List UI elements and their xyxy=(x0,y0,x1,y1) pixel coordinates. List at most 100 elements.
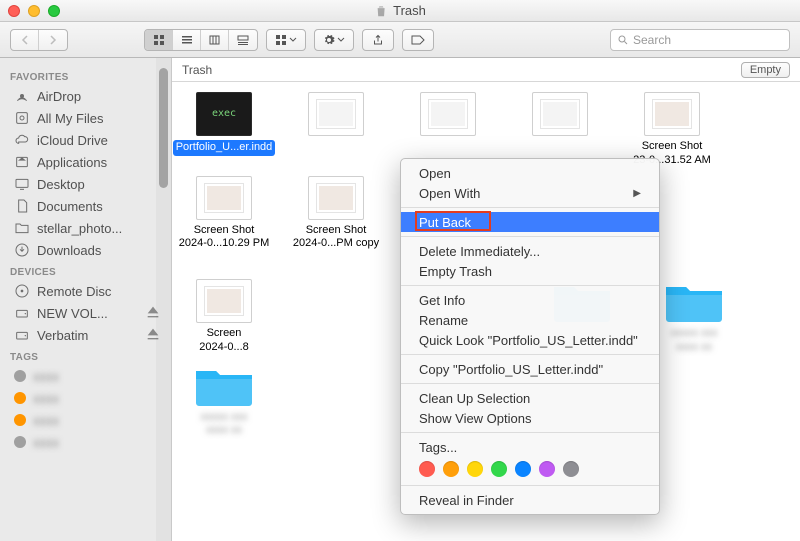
tag-dot-icon xyxy=(14,392,26,404)
sidebar-item-airdrop[interactable]: AirDrop xyxy=(0,85,171,107)
zoom-window-button[interactable] xyxy=(48,5,60,17)
sidebar-item-remote-disc[interactable]: Remote Disc xyxy=(0,280,171,302)
file-item[interactable]: execPortfolio_U...er.indd xyxy=(176,92,272,168)
sidebar-item-desktop[interactable]: Desktop xyxy=(0,173,171,195)
close-window-button[interactable] xyxy=(8,5,20,17)
path-bar: Trash Empty xyxy=(172,58,800,82)
cover-flow-view-button[interactable] xyxy=(229,30,257,50)
window-title-text: Trash xyxy=(393,3,426,18)
menu-item-show-view-options[interactable]: Show View Options xyxy=(401,408,659,428)
menu-separator xyxy=(401,383,659,384)
menu-item-tags[interactable]: Tags... xyxy=(401,437,659,457)
menu-item-open-with[interactable]: Open With▶ xyxy=(401,183,659,203)
sidebar-item-label: xxxx xyxy=(33,413,59,428)
menu-item-label: Tags... xyxy=(419,440,457,455)
sidebar-item-label: Downloads xyxy=(37,243,161,258)
menu-item-label: Rename xyxy=(419,313,468,328)
sidebar-item-label: iCloud Drive xyxy=(37,133,161,148)
file-item[interactable]: Screen Shot23-0...31.52 AM xyxy=(624,92,720,168)
share-button[interactable] xyxy=(362,29,394,51)
action-dropdown[interactable] xyxy=(314,29,354,51)
menu-item-label: Clean Up Selection xyxy=(419,391,530,406)
title-bar: Trash xyxy=(0,0,800,22)
sidebar-item-icloud-drive[interactable]: iCloud Drive xyxy=(0,129,171,151)
menu-item-put-back[interactable]: Put Back xyxy=(401,212,659,232)
folder-icon xyxy=(659,279,729,323)
menu-item-rename[interactable]: Rename xyxy=(401,310,659,330)
file-item[interactable] xyxy=(288,92,384,168)
file-item[interactable]: Screen Shot2024-0...10.29 PM xyxy=(176,176,272,252)
tag-color-swatch[interactable] xyxy=(467,461,483,477)
file-label: Screen Shot2024-0...10.29 PM xyxy=(179,224,270,252)
menu-item-reveal-in-finder[interactable]: Reveal in Finder xyxy=(401,490,659,510)
downloads-icon xyxy=(14,242,30,258)
menu-tag-colors xyxy=(401,457,659,481)
sidebar-scrollbar-thumb[interactable] xyxy=(159,68,168,188)
tag-color-swatch[interactable] xyxy=(491,461,507,477)
back-button[interactable] xyxy=(11,30,39,50)
desktop-icon xyxy=(14,176,30,192)
sidebar-item-label: xxxx xyxy=(33,369,59,384)
menu-item-clean-up-selection[interactable]: Clean Up Selection xyxy=(401,388,659,408)
sidebar-heading: Devices xyxy=(0,261,171,280)
sidebar-item-label: Remote Disc xyxy=(37,284,161,299)
file-item[interactable]: Screen Shot2024-0...PM copy xyxy=(288,176,384,252)
sidebar-tag-item[interactable]: xxxx xyxy=(0,365,171,387)
menu-item-label: Quick Look "Portfolio_US_Letter.indd" xyxy=(419,333,638,348)
tag-dot-icon xyxy=(14,414,26,426)
tag-color-swatch[interactable] xyxy=(419,461,435,477)
sidebar-item-applications[interactable]: Applications xyxy=(0,151,171,173)
list-view-button[interactable] xyxy=(173,30,201,50)
menu-item-label: Put Back xyxy=(419,215,471,230)
menu-item-label: Get Info xyxy=(419,293,465,308)
sidebar-tag-item[interactable]: xxxx xyxy=(0,409,171,431)
search-field[interactable]: Search xyxy=(610,29,790,51)
menu-separator xyxy=(401,354,659,355)
file-item[interactable]: Screen2024-0...8 xyxy=(176,279,272,355)
menu-item-delete-immediately[interactable]: Delete Immediately... xyxy=(401,241,659,261)
column-view-button[interactable] xyxy=(201,30,229,50)
sidebar-item-documents[interactable]: Documents xyxy=(0,195,171,217)
menu-separator xyxy=(401,285,659,286)
menu-item-open[interactable]: Open xyxy=(401,163,659,183)
sidebar-scrollbar[interactable] xyxy=(156,58,171,541)
minimize-window-button[interactable] xyxy=(28,5,40,17)
file-label: Screen Shot2024-0...PM copy xyxy=(293,224,379,252)
sidebar-item-label: xxxx xyxy=(33,391,59,406)
tags-button[interactable] xyxy=(402,29,434,51)
view-switcher xyxy=(144,29,258,51)
menu-item-quick-look-portfolio-us-letter-indd[interactable]: Quick Look "Portfolio_US_Letter.indd" xyxy=(401,330,659,350)
empty-trash-button[interactable]: Empty xyxy=(741,62,790,78)
tag-icon xyxy=(411,35,425,45)
sidebar-item-verbatim[interactable]: Verbatim xyxy=(0,324,171,346)
sidebar-item-label: NEW VOL... xyxy=(37,306,138,321)
file-item[interactable]: xxxxx xxxxxxx xx xyxy=(646,279,742,355)
menu-item-label: Copy "Portfolio_US_Letter.indd" xyxy=(419,362,603,377)
menu-item-get-info[interactable]: Get Info xyxy=(401,290,659,310)
tag-color-swatch[interactable] xyxy=(515,461,531,477)
arrange-dropdown[interactable] xyxy=(266,29,306,51)
file-item[interactable] xyxy=(400,92,496,168)
sidebar-item-stellar-photo-[interactable]: stellar_photo... xyxy=(0,217,171,239)
sidebar-heading: Favorites xyxy=(0,66,171,85)
traffic-lights xyxy=(8,5,60,17)
menu-item-empty-trash[interactable]: Empty Trash xyxy=(401,261,659,281)
sidebar-item-downloads[interactable]: Downloads xyxy=(0,239,171,261)
file-item[interactable]: xxxxx xxxxxxx xx xyxy=(176,363,272,439)
tag-color-swatch[interactable] xyxy=(443,461,459,477)
sidebar-item-new-vol-[interactable]: NEW VOL... xyxy=(0,302,171,324)
tag-color-swatch[interactable] xyxy=(539,461,555,477)
tag-color-swatch[interactable] xyxy=(563,461,579,477)
sidebar: FavoritesAirDropAll My Files iCloud Drive… xyxy=(0,58,172,541)
sidebar-tag-item[interactable]: xxxx xyxy=(0,387,171,409)
disc-icon xyxy=(14,283,30,299)
allfiles-icon xyxy=(14,110,30,126)
sidebar-item-all-my-files[interactable]: All My Files xyxy=(0,107,171,129)
icon-view-button[interactable] xyxy=(145,30,173,50)
apps-icon xyxy=(14,154,30,170)
menu-item-copy-portfolio-us-letter-indd[interactable]: Copy "Portfolio_US_Letter.indd" xyxy=(401,359,659,379)
sidebar-tag-item[interactable]: xxxx xyxy=(0,431,171,453)
menu-item-label: Open xyxy=(419,166,451,181)
forward-button[interactable] xyxy=(39,30,67,50)
file-item[interactable] xyxy=(512,92,608,168)
